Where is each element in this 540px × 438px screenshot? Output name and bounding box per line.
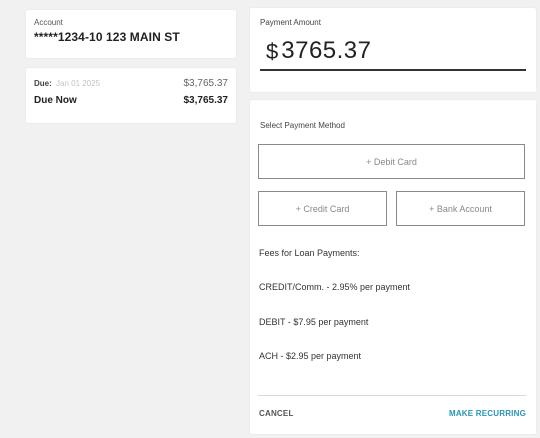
make-recurring-button[interactable]: MAKE RECURRING: [449, 409, 526, 418]
cancel-button[interactable]: CANCEL: [259, 409, 294, 418]
select-payment-method-title: Select Payment Method: [260, 121, 345, 130]
fee-ach: ACH - $2.95 per payment: [259, 351, 362, 361]
due-summary-card: Due: Jan 01 2025 $3,765.37 Due Now $3,76…: [26, 68, 236, 123]
due-now-label: Due Now: [34, 95, 77, 106]
due-date: Jan 01 2025: [56, 79, 101, 88]
fee-debit: DEBIT - $7.95 per payment: [259, 317, 369, 327]
account-label: Account: [34, 18, 63, 27]
account-card: Account *****1234-10 123 MAIN ST: [26, 10, 236, 58]
payment-amount-label: Payment Amount: [260, 18, 321, 27]
account-value: *****1234-10 123 MAIN ST: [34, 30, 180, 44]
add-bank-account-button[interactable]: + Bank Account: [396, 191, 525, 226]
payment-method-card: Select Payment Method + Debit Card + Cre…: [250, 100, 536, 434]
due-label: Due:: [34, 79, 52, 88]
due-date-group: Due: Jan 01 2025: [34, 79, 100, 88]
fees-title: Fees for Loan Payments:: [259, 248, 360, 258]
payment-amount-card: Payment Amount $ 3765.37: [250, 8, 536, 92]
due-now-amount: $3,765.37: [183, 95, 229, 106]
footer-divider: [258, 395, 526, 396]
fee-credit: CREDIT/Comm. - 2.95% per payment: [259, 282, 411, 292]
due-date-row: Due: Jan 01 2025 $3,765.37: [34, 78, 228, 89]
add-credit-card-button[interactable]: + Credit Card: [258, 191, 387, 226]
payment-amount-value[interactable]: 3765.37: [281, 37, 371, 65]
currency-symbol: $: [266, 39, 279, 64]
payment-amount-input[interactable]: $ 3765.37: [260, 37, 526, 71]
due-amount: $3,765.37: [183, 78, 229, 89]
due-now-row: Due Now $3,765.37: [34, 95, 228, 106]
add-debit-card-button[interactable]: + Debit Card: [258, 144, 525, 179]
